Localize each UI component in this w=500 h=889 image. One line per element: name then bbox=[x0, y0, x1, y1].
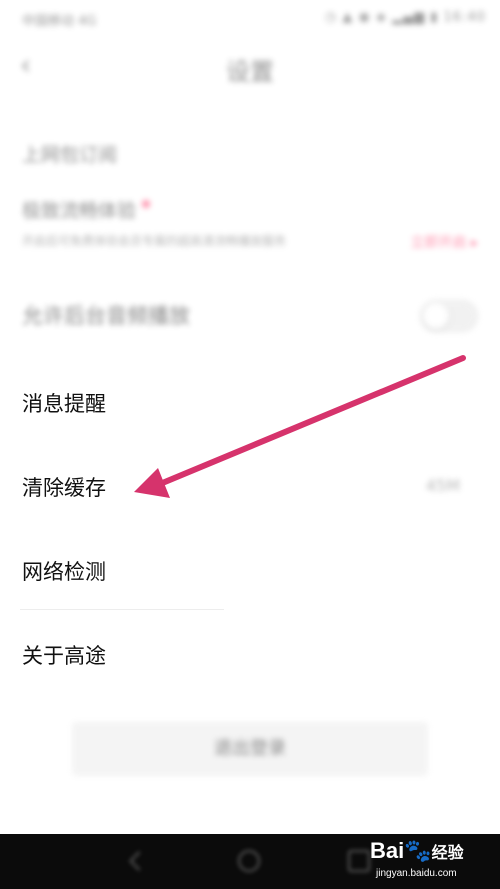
status-icons: ◷ ▲ ◉ ◈ ▂▄▆ ▮ 16:40 bbox=[324, 10, 486, 25]
settings-item-label: 网络检测 bbox=[22, 560, 106, 584]
status-bar: 中国移动 4G ◷ ▲ ◉ ◈ ▂▄▆ ▮ 16:40 bbox=[0, 0, 500, 34]
system-home-icon[interactable] bbox=[238, 850, 260, 872]
paw-icon: 🐾 bbox=[404, 838, 432, 863]
watermark-brand-cn: 经验 bbox=[431, 845, 464, 862]
settings-item-label: 消息提醒 bbox=[22, 392, 106, 416]
logout-button[interactable]: 退出登录 bbox=[72, 722, 428, 776]
settings-item-message-reminder[interactable]: 消息提醒 bbox=[22, 388, 478, 420]
settings-item-clear-cache[interactable]: 清除缓存 45M bbox=[22, 472, 478, 504]
settings-item-smooth-trial[interactable]: 极致流畅体验 开启后可免费体验会员专属的超高清流畅播放服务 立即开启 ▸ bbox=[22, 196, 478, 276]
watermark-url: jingyan.baidu.com bbox=[376, 868, 457, 879]
settings-item-label: 清除缓存 bbox=[22, 476, 106, 500]
settings-item-background-audio: 允许后台音频播放 bbox=[22, 300, 478, 340]
carrier-text: 中国移动 4G bbox=[22, 14, 97, 29]
settings-item-label: 关于高途 bbox=[22, 644, 106, 668]
cache-size-value: 45M bbox=[425, 476, 460, 495]
background-audio-toggle[interactable] bbox=[420, 300, 478, 332]
settings-item-about[interactable]: 关于高途 bbox=[22, 640, 478, 672]
watermark-brand-text: Bai bbox=[370, 838, 405, 863]
baidu-jingyan-watermark: Bai🐾经验 jingyan.baidu.com bbox=[370, 836, 490, 886]
nav-bar: ‹ 设置 bbox=[0, 34, 500, 98]
arrow-shaft bbox=[157, 355, 466, 487]
page-title: 设置 bbox=[226, 58, 274, 86]
system-back-icon[interactable] bbox=[129, 851, 149, 871]
settings-item-mobile-package[interactable]: 上网包订阅 bbox=[22, 140, 478, 170]
settings-item-description: 开启后可免费体验会员专属的超高清流畅播放服务 bbox=[22, 234, 287, 248]
red-dot-icon bbox=[142, 200, 151, 208]
settings-item-network-check[interactable]: 网络检测 bbox=[22, 556, 478, 588]
settings-item-label: 允许后台音频播放 bbox=[22, 304, 190, 328]
divider bbox=[20, 609, 224, 610]
watermark-logo: Bai🐾经验 bbox=[370, 838, 464, 864]
settings-item-label: 上网包订阅 bbox=[22, 144, 118, 166]
logout-label: 退出登录 bbox=[214, 738, 286, 759]
trial-enable-link[interactable]: 立即开启 ▸ bbox=[411, 232, 478, 252]
system-menu-icon[interactable] bbox=[348, 850, 370, 872]
settings-item-label: 极致流畅体验 bbox=[22, 200, 137, 222]
toggle-knob bbox=[423, 303, 449, 329]
